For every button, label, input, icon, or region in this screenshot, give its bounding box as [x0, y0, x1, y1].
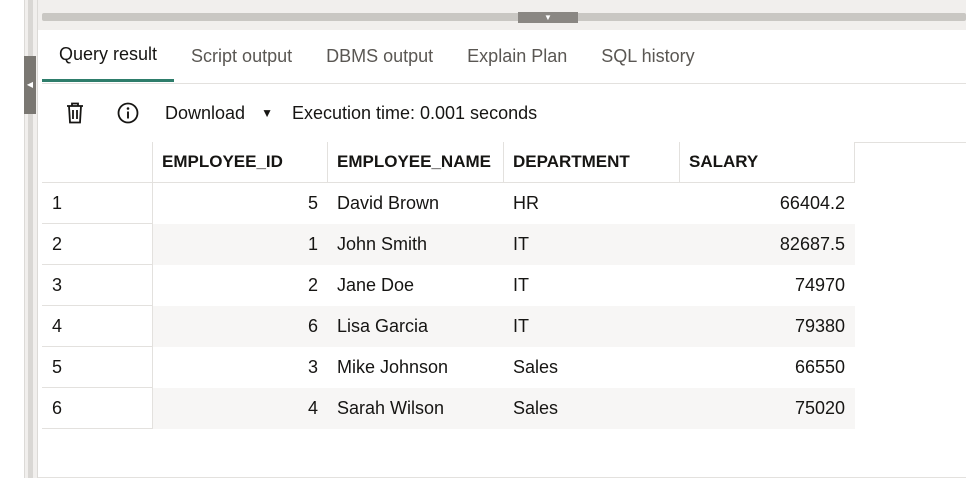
trash-icon[interactable] — [63, 101, 87, 125]
cell-salary[interactable]: 66550 — [679, 346, 855, 388]
bottom-strip — [0, 478, 966, 493]
result-tabs: Query result Script output DBMS output E… — [42, 30, 966, 84]
row-number: 5 — [42, 346, 153, 388]
row-number: 6 — [42, 387, 153, 429]
cell-department[interactable]: Sales — [503, 387, 680, 429]
result-toolbar: Download ▼ Execution time: 0.001 seconds — [42, 84, 966, 143]
cell-employee-id[interactable]: 6 — [152, 305, 328, 347]
tab-query-result[interactable]: Query result — [42, 30, 175, 82]
column-header-department[interactable]: DEPARTMENT — [503, 142, 680, 183]
cell-employee-id[interactable]: 4 — [152, 387, 328, 429]
table-row[interactable]: 1 5 David Brown HR 66404.2 — [42, 182, 855, 224]
table-row[interactable]: 2 1 John Smith IT 82687.5 — [42, 223, 855, 265]
results-table: EMPLOYEE_ID EMPLOYEE_NAME DEPARTMENT SAL… — [42, 142, 855, 429]
table-row[interactable]: 6 4 Sarah Wilson Sales 75020 — [42, 387, 855, 429]
cell-department[interactable]: Sales — [503, 346, 680, 388]
table-row[interactable]: 5 3 Mike Johnson Sales 66550 — [42, 346, 855, 388]
cell-salary[interactable]: 66404.2 — [679, 182, 855, 224]
cell-salary[interactable]: 74970 — [679, 264, 855, 306]
download-button[interactable]: Download ▼ — [165, 103, 273, 124]
table-row[interactable]: 3 2 Jane Doe IT 74970 — [42, 264, 855, 306]
chevron-left-icon: ◀ — [26, 80, 34, 89]
tab-explain-plan[interactable]: Explain Plan — [450, 30, 584, 82]
cell-department[interactable]: IT — [503, 223, 680, 265]
row-number: 2 — [42, 223, 153, 265]
column-header-employee-id[interactable]: EMPLOYEE_ID — [152, 142, 328, 183]
horizontal-splitter[interactable] — [42, 13, 966, 21]
caret-down-icon: ▼ — [261, 106, 273, 120]
cell-employee-name[interactable]: Sarah Wilson — [327, 387, 504, 429]
download-label: Download — [165, 102, 246, 123]
tab-sql-history[interactable]: SQL history — [584, 30, 711, 82]
table-row[interactable]: 4 6 Lisa Garcia IT 79380 — [42, 305, 855, 347]
info-icon[interactable] — [116, 101, 140, 125]
cell-department[interactable]: IT — [503, 264, 680, 306]
cell-employee-name[interactable]: Lisa Garcia — [327, 305, 504, 347]
cell-salary[interactable]: 75020 — [679, 387, 855, 429]
cell-salary[interactable]: 82687.5 — [679, 223, 855, 265]
cell-employee-name[interactable]: Mike Johnson — [327, 346, 504, 388]
row-number: 3 — [42, 264, 153, 306]
execution-time: Execution time: 0.001 seconds — [291, 102, 538, 123]
cell-department[interactable]: HR — [503, 182, 680, 224]
cell-employee-id[interactable]: 5 — [152, 182, 328, 224]
cell-employee-id[interactable]: 3 — [152, 346, 328, 388]
panel-collapse-handle[interactable]: ◀ — [24, 56, 36, 114]
cell-employee-id[interactable]: 2 — [152, 264, 328, 306]
row-number-header — [42, 142, 153, 183]
cell-employee-name[interactable]: David Brown — [327, 182, 504, 224]
table-header-row: EMPLOYEE_ID EMPLOYEE_NAME DEPARTMENT SAL… — [42, 142, 855, 183]
column-header-salary[interactable]: SALARY — [679, 142, 855, 183]
row-number: 1 — [42, 182, 153, 224]
tab-script-output[interactable]: Script output — [174, 30, 309, 82]
cell-salary[interactable]: 79380 — [679, 305, 855, 347]
cell-department[interactable]: IT — [503, 305, 680, 347]
splitter-grip[interactable]: ▼ — [518, 12, 578, 23]
cell-employee-name[interactable]: John Smith — [327, 223, 504, 265]
cell-employee-id[interactable]: 1 — [152, 223, 328, 265]
tab-dbms-output[interactable]: DBMS output — [309, 30, 450, 82]
cell-employee-name[interactable]: Jane Doe — [327, 264, 504, 306]
column-header-employee-name[interactable]: EMPLOYEE_NAME — [327, 142, 504, 183]
row-number: 4 — [42, 305, 153, 347]
chevron-down-icon: ▼ — [544, 12, 552, 22]
left-gutter — [0, 0, 20, 493]
